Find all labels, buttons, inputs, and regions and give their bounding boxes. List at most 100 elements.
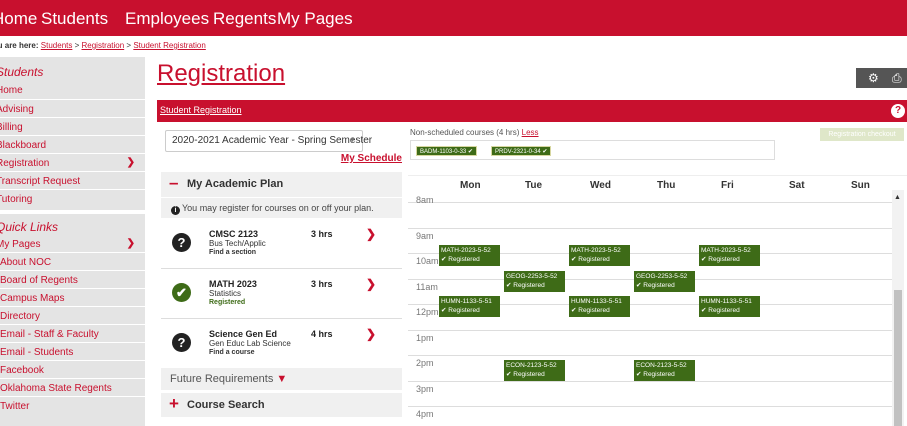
calendar-time-label: 10am	[416, 256, 439, 266]
scroll-up-icon[interactable]: ▲	[894, 194, 901, 201]
calendar-time-label: 8am	[416, 195, 434, 205]
event-course: MATH-2023-5-52	[441, 247, 491, 255]
academic-plan-header[interactable]: – My Academic Plan	[161, 172, 402, 197]
sidebar-divider	[0, 252, 145, 253]
calendar-time-label: 9am	[416, 230, 434, 241]
caret-down-icon: ▼	[349, 137, 356, 144]
course-hours: 3 hrs	[311, 279, 333, 289]
sidebar-item-about-noc[interactable]: About NOC	[0, 257, 51, 268]
nav-employees[interactable]: Employees	[125, 9, 209, 29]
printer-icon[interactable]: ⎙	[892, 71, 902, 86]
calendar-day-header: Sun	[851, 180, 870, 191]
course-search-header[interactable]: + Course Search	[161, 393, 402, 417]
sidebar-item-campus-maps[interactable]: Campus Maps	[0, 293, 64, 304]
sidebar-item-tutoring[interactable]: Tutoring	[0, 194, 32, 205]
calendar-event[interactable]: GEOG-2253-5-52 ✔ Registered	[634, 270, 695, 292]
sidebar-item-billing[interactable]: Billing	[0, 122, 23, 133]
sidebar-item-email-staff-faculty[interactable]: Email - Staff & Faculty	[0, 329, 99, 340]
sidebar-divider	[0, 342, 145, 343]
chevron-right-icon[interactable]: ❯	[366, 327, 376, 341]
calendar-time-label: 2pm	[416, 358, 434, 368]
breadcrumb: You are here: Students > Registration > …	[0, 41, 206, 50]
event-course: HUMN-1133-5-51	[441, 298, 492, 306]
schedule-calendar: Mon Tue Wed Thu Fri Sat Sun 8am 9am 10am 11…	[408, 175, 907, 426]
calendar-event[interactable]: ECON-2123-5-52 ✔ Registered	[504, 360, 565, 381]
sidebar-item-oklahoma-state-regents[interactable]: Oklahoma State Regents	[0, 383, 112, 394]
calendar-hour-line	[408, 406, 892, 407]
academic-plan-title: My Academic Plan	[187, 178, 284, 190]
page-tools: ⚙ ⎙	[856, 68, 907, 88]
question-icon: ?	[172, 333, 191, 352]
sidebar-divider	[0, 99, 145, 100]
event-status: ✔ Registered	[441, 307, 480, 315]
term-select-value: 2020-2021 Academic Year - Spring Semeste…	[172, 135, 373, 146]
event-status: ✔ Registered	[441, 256, 480, 264]
sidebar-item-advising[interactable]: Advising	[0, 104, 34, 115]
calendar-event[interactable]: MATH-2023-5-52 ✔ Registered	[439, 245, 500, 267]
check-circle-icon: ✔	[172, 283, 191, 302]
sidebar-divider	[0, 189, 145, 190]
course-item-cmsc-2123[interactable]: ? CMSC 2123 Bus Tech/Applic Find a secti…	[161, 219, 402, 269]
sidebar-item-board-of-regents[interactable]: Board of Regents	[0, 275, 78, 286]
chevron-down-icon[interactable]: ❯	[127, 238, 135, 249]
event-course: HUMN-1133-5-51	[571, 298, 622, 306]
calendar-event[interactable]: HUMN-1133-5-51 ✔ Registered	[439, 296, 500, 318]
plan-info: i You may register for courses on or off …	[161, 198, 402, 218]
calendar-scrollbar[interactable]: ▲	[892, 190, 904, 426]
less-link[interactable]: Less	[522, 128, 539, 137]
gear-icon[interactable]: ⚙	[868, 71, 879, 85]
event-status: ✔ Registered	[636, 371, 675, 378]
nav-home[interactable]: Home	[0, 9, 37, 29]
sidebar-item-registration[interactable]: Registration	[0, 158, 49, 169]
course-item-science-gen-ed[interactable]: ? Science Gen Ed Gen Educ Lab Science Fi…	[161, 319, 402, 369]
course-code: MATH 2023	[209, 279, 257, 289]
chevron-right-icon[interactable]: ❯	[366, 277, 376, 291]
calendar-event[interactable]: ECON-2123-5-52 ✔ Registered	[634, 360, 695, 381]
calendar-hour-line	[408, 202, 892, 203]
non-scheduled-chip[interactable]: PRDV-2321-0-34 ✔	[491, 146, 552, 156]
registration-checkout-button[interactable]: Registration checkout	[820, 128, 904, 141]
page-title[interactable]: Registration	[157, 60, 285, 88]
calendar-event[interactable]: HUMN-1133-5-51 ✔ Registered	[699, 296, 760, 318]
calendar-event[interactable]: HUMN-1133-5-51 ✔ Registered	[569, 296, 630, 318]
course-item-math-2023[interactable]: ✔ MATH 2023 Statistics Registered 3 hrs …	[161, 269, 402, 319]
calendar-day-header: Tue	[525, 180, 543, 191]
calendar-event[interactable]: MATH-2023-5-52 ✔ Registered	[569, 245, 630, 267]
future-requirements[interactable]: Future Requirements ▼	[161, 368, 402, 390]
chevron-right-icon[interactable]: ❯	[366, 227, 376, 241]
sidebar-item-transcript-request[interactable]: Transcript Request	[0, 176, 80, 187]
calendar-time-label: 4pm	[416, 409, 434, 419]
sidebar-item-directory[interactable]: Directory	[0, 311, 40, 322]
sidebar-divider	[0, 396, 145, 397]
calendar-event[interactable]: GEOG-2253-5-52 ✔ Registered	[504, 270, 565, 292]
collapse-icon[interactable]: –	[169, 173, 178, 193]
sidebar-item-my-pages[interactable]: My Pages	[0, 239, 40, 250]
sidebar-divider	[0, 324, 145, 325]
course-status: Registered	[209, 299, 246, 306]
sidebar-item-twitter[interactable]: Twitter	[0, 401, 29, 412]
nav-my-pages[interactable]: My Pages	[277, 9, 353, 29]
my-schedule-link[interactable]: My Schedule	[341, 153, 402, 164]
event-status: ✔ Registered	[701, 256, 740, 264]
non-scheduled-chip[interactable]: BADM-1103-0-33 ✔	[416, 146, 477, 156]
calendar-event[interactable]: MATH-2023-5-52 ✔ Registered	[699, 245, 760, 267]
student-registration-link[interactable]: Student Registration	[160, 105, 242, 115]
sidebar-item-facebook[interactable]: Facebook	[0, 365, 44, 376]
sidebar-item-home[interactable]: Home	[0, 85, 23, 96]
help-icon[interactable]: ?	[891, 104, 905, 118]
nav-students[interactable]: Students	[41, 9, 108, 29]
breadcrumb-student-registration[interactable]: Student Registration	[133, 41, 206, 50]
term-select[interactable]: 2020-2021 Academic Year - Spring Semeste…	[165, 130, 372, 152]
calendar-day-header: Fri	[721, 180, 734, 191]
chevron-down-icon[interactable]: ❯	[127, 157, 135, 168]
breadcrumb-registration[interactable]: Registration	[82, 41, 125, 50]
expand-icon[interactable]: +	[169, 394, 179, 414]
sidebar-quick-links-title: Quick Links	[0, 220, 59, 234]
nav-regents[interactable]: Regents	[213, 9, 276, 29]
sidebar-item-blackboard[interactable]: Blackboard	[0, 140, 46, 151]
scrollbar-thumb[interactable]	[894, 290, 902, 426]
breadcrumb-separator: >	[126, 41, 132, 50]
sidebar-item-email-students[interactable]: Email - Students	[0, 347, 73, 358]
event-course: MATH-2023-5-52	[571, 247, 621, 255]
breadcrumb-students[interactable]: Students	[41, 41, 73, 50]
